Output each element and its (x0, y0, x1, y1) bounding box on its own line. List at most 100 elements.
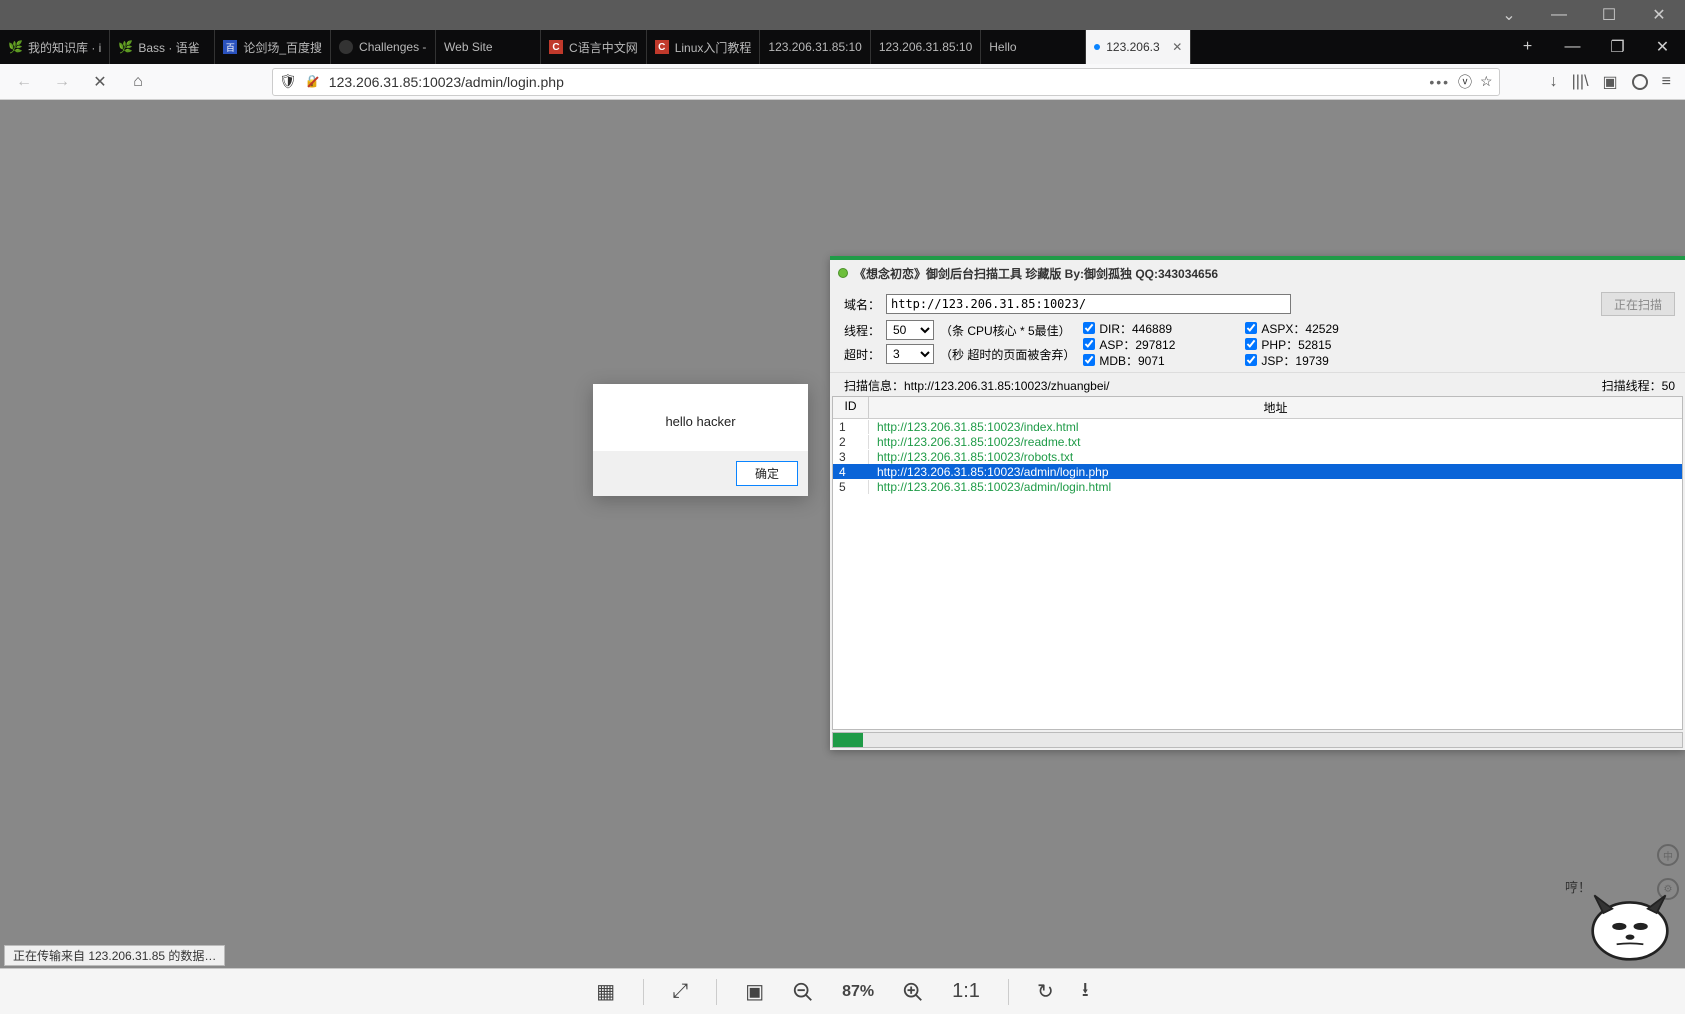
scan-info-bar: 扫描信息：http://123.206.31.85:10023/zhuangbe… (830, 372, 1685, 396)
zoom-out-icon[interactable] (792, 981, 814, 1003)
downloads-icon[interactable]: ↓ (1550, 73, 1558, 91)
row-url: http://123.206.31.85:10023/admin/login.h… (869, 480, 1682, 494)
window-chevron-icon[interactable]: ⌄ (1489, 1, 1529, 29)
bookmark-star-icon[interactable]: ☆ (1480, 73, 1493, 90)
url-input-group[interactable]: 🛡 123.206.31.85:10023/admin/login.php ••… (272, 68, 1500, 96)
result-row[interactable]: 3http://123.206.31.85:10023/robots.txt (833, 449, 1682, 464)
pocket-icon[interactable]: ⓥ (1458, 72, 1472, 92)
tab-label: Linux入门教程 (675, 39, 752, 56)
thread-label: 线程： (844, 322, 880, 339)
scanner-window: 《想念初恋》御剑后台扫描工具 珍藏版 By:御剑孤独 QQ:343034656 … (830, 256, 1685, 750)
col-url[interactable]: 地址 (869, 397, 1682, 418)
browser-tab[interactable]: 123.206.31.85:10 (760, 30, 870, 64)
browser-tab[interactable]: C Linux入门教程 (647, 30, 761, 64)
thread-select[interactable]: 50 (886, 320, 934, 340)
toolbar-right: ↓ |||\ ▣ ≡ (1550, 72, 1671, 92)
timeout-select[interactable]: 3 (886, 344, 934, 364)
domain-label: 域名： (844, 296, 880, 313)
c-icon: C (655, 40, 669, 54)
nav-stop-button[interactable]: ✕ (86, 68, 114, 96)
nav-forward-button[interactable]: → (48, 68, 76, 96)
side-button-1[interactable]: 中 (1657, 844, 1679, 866)
browser-tab[interactable]: 百论剑场_百度搜 (215, 30, 331, 64)
row-id: 5 (833, 480, 869, 494)
mascot-icon[interactable] (1585, 882, 1675, 962)
cb-asp[interactable]: ASP：297812 (1083, 336, 1175, 352)
cb-mdb[interactable]: MDB：9071 (1083, 352, 1175, 368)
result-row[interactable]: 1http://123.206.31.85:10023/index.html (833, 419, 1682, 434)
insecure-lock-icon (305, 74, 321, 90)
js-alert-dialog: hello hacker 确定 (593, 384, 808, 496)
menu-icon[interactable]: ≡ (1662, 73, 1671, 91)
browser-minimize-icon[interactable]: — (1550, 30, 1595, 64)
fit-screen-icon[interactable]: ⤢ (672, 980, 688, 1003)
account-icon[interactable] (1632, 74, 1648, 90)
scanner-body: 域名： 正在扫描 线程： 50 （条 CPU核心 * 5最佳） 超时： 3 （秒… (830, 286, 1685, 368)
result-row[interactable]: 4http://123.206.31.85:10023/admin/login.… (833, 464, 1682, 479)
c-icon: C (549, 40, 563, 54)
dark-icon (339, 40, 353, 54)
nav-back-button[interactable]: ← (10, 68, 38, 96)
tab-actions: + — ❐ ✕ (1505, 30, 1685, 64)
window-minimize-icon[interactable]: — (1539, 1, 1579, 29)
col-id[interactable]: ID (833, 397, 869, 418)
tab-label: 论剑场_百度搜 (243, 39, 322, 56)
domain-input[interactable] (886, 294, 1291, 314)
thread-hint: （条 CPU核心 * 5最佳） (940, 322, 1071, 339)
browser-tab[interactable]: 🌿我的知识库 · i (0, 30, 110, 64)
row-id: 1 (833, 420, 869, 434)
tab-label: 123.206.3 (1106, 40, 1159, 54)
alert-footer: 确定 (593, 451, 808, 496)
result-row[interactable]: 5http://123.206.31.85:10023/admin/login.… (833, 479, 1682, 494)
result-row[interactable]: 2http://123.206.31.85:10023/readme.txt (833, 434, 1682, 449)
shield-icon: 🛡 (279, 73, 297, 90)
browser-tab[interactable]: 123.206.31.85:10 (871, 30, 981, 64)
row-url: http://123.206.31.85:10023/readme.txt (869, 435, 1682, 449)
alert-message: hello hacker (593, 384, 808, 451)
window-maximize-icon[interactable]: ☐ (1589, 1, 1629, 29)
alert-ok-button[interactable]: 确定 (736, 461, 798, 486)
cb-php[interactable]: PHP：52815 (1245, 336, 1338, 352)
tab-label: Web Site (444, 40, 492, 54)
tab-close-icon[interactable]: ✕ (1172, 40, 1182, 54)
sidebar-icon[interactable]: ▣ (1603, 72, 1618, 92)
cb-dir[interactable]: DIR：446889 (1083, 320, 1175, 336)
rotate-icon[interactable]: ↻ (1037, 979, 1054, 1004)
cb-jsp[interactable]: JSP：19739 (1245, 352, 1338, 368)
tab-label: Hello (989, 40, 1016, 54)
download-icon[interactable]: ⭳ (1082, 975, 1089, 1009)
results-body[interactable]: 1http://123.206.31.85:10023/index.html2h… (833, 419, 1682, 729)
scanner-titlebar[interactable]: 《想念初恋》御剑后台扫描工具 珍藏版 By:御剑孤独 QQ:343034656 (830, 260, 1685, 286)
outer-window-titlebar: ⌄ — ☐ ✕ (0, 0, 1685, 30)
tab-label: C语言中文网 (569, 39, 638, 56)
zoom-level-text: 87% (842, 983, 874, 1001)
zoom-in-icon[interactable] (902, 981, 924, 1003)
scan-button[interactable]: 正在扫描 (1601, 292, 1675, 316)
browser-tab[interactable]: C C语言中文网 (541, 30, 647, 64)
cb-aspx[interactable]: ASPX：42529 (1245, 320, 1338, 336)
actual-size-icon[interactable]: 1:1 (952, 980, 980, 1003)
nav-home-button[interactable]: ⌂ (124, 68, 152, 96)
grid-view-icon[interactable]: ▦ (596, 979, 615, 1004)
tab-label: 我的知识库 · i (28, 39, 101, 56)
dict-checkboxes: DIR：446889 ASPX：42529 ASP：297812 PHP：528… (1083, 320, 1338, 368)
browser-tab[interactable]: Hello (981, 30, 1086, 64)
loading-dot-icon (1094, 44, 1100, 50)
scan-progress (832, 732, 1683, 748)
browser-statusbar: 正在传输来自 123.206.31.85 的数据… (4, 945, 225, 966)
url-text[interactable]: 123.206.31.85:10023/admin/login.php (329, 74, 1422, 90)
row-url: http://123.206.31.85:10023/index.html (869, 420, 1682, 434)
browser-tab[interactable]: Web Site (436, 30, 541, 64)
window-close-icon[interactable]: ✕ (1639, 1, 1679, 29)
baidu-icon: 百 (223, 40, 237, 54)
browser-tabstrip: 🌿我的知识库 · i🌿Bass · 语雀百论剑场_百度搜Challenges -… (0, 30, 1685, 64)
browser-restore-icon[interactable]: ❐ (1595, 30, 1640, 64)
browser-tab[interactable]: 🌿Bass · 语雀 (110, 30, 215, 64)
new-tab-button[interactable]: + (1505, 30, 1550, 64)
fit-width-icon[interactable]: ▣ (745, 979, 764, 1004)
browser-close-icon[interactable]: ✕ (1640, 30, 1685, 64)
browser-tab[interactable]: 123.206.3 ✕ (1086, 30, 1191, 64)
browser-tab[interactable]: Challenges - (331, 30, 436, 64)
library-icon[interactable]: |||\ (1572, 73, 1589, 91)
page-actions-dots-icon[interactable]: ••• (1429, 74, 1450, 90)
